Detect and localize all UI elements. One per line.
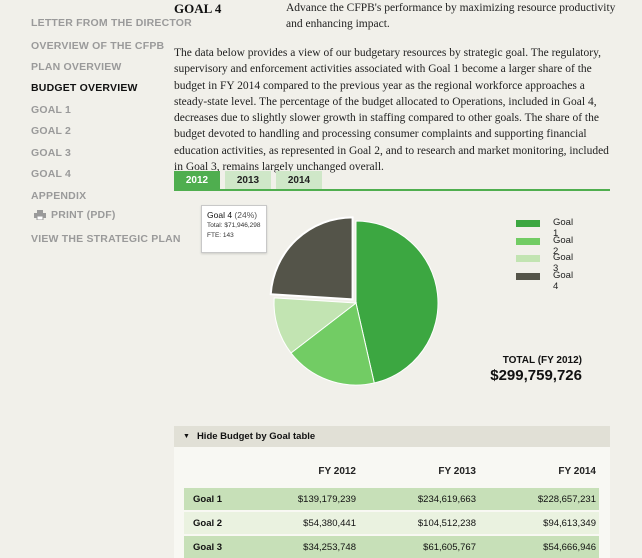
tooltip-fte: FTE: 143 bbox=[207, 232, 234, 239]
table-cell: $94,613,349 bbox=[543, 518, 596, 529]
table-header-fy2014: FY 2014 bbox=[558, 466, 596, 477]
budget-by-goal-table: FY 2012 FY 2013 FY 2014 Goal 1 $139,179,… bbox=[174, 447, 610, 558]
pie-slice-goal-4[interactable] bbox=[269, 216, 354, 301]
tab-2014[interactable]: 2014 bbox=[276, 171, 322, 189]
year-tabs: 2012 2013 2014 bbox=[174, 171, 610, 191]
nav-appendix[interactable]: APPENDIX bbox=[31, 190, 86, 202]
nav-goal-3[interactable]: GOAL 3 bbox=[31, 147, 71, 159]
tooltip-goal: Goal 4 bbox=[207, 210, 233, 220]
triangle-down-icon: ▼ bbox=[183, 433, 190, 440]
table-cell: $228,657,231 bbox=[537, 494, 596, 505]
tooltip-total: Total: $71,946,298 bbox=[207, 222, 261, 229]
legend-swatch-goal-3 bbox=[516, 255, 540, 262]
legend-swatch-goal-1 bbox=[516, 220, 540, 227]
tab-2012[interactable]: 2012 bbox=[174, 171, 220, 189]
main-content: GOAL 4 Advance the CFPB's performance by… bbox=[170, 0, 642, 558]
total-label: TOTAL (FY 2012) bbox=[502, 355, 582, 366]
table-row: Goal 2 $54,380,441 $104,512,238 $94,613,… bbox=[184, 512, 599, 534]
total-value: $299,759,726 bbox=[490, 367, 582, 384]
goal-header-title: GOAL 4 bbox=[174, 1, 222, 16]
nav-letter-from-director[interactable]: LETTER FROM THE DIRECTOR bbox=[31, 17, 192, 29]
table-cell: $139,179,239 bbox=[297, 494, 356, 505]
chart-tooltip: Goal 4 (24%) Total: $71,946,298 FTE: 143 bbox=[201, 205, 267, 253]
table-cell: $234,619,663 bbox=[417, 494, 476, 505]
table-row-label: Goal 2 bbox=[193, 518, 223, 529]
nav-plan-overview[interactable]: PLAN OVERVIEW bbox=[31, 61, 122, 73]
table-cell: $34,253,748 bbox=[303, 542, 356, 553]
table-row-label: Goal 3 bbox=[193, 542, 223, 553]
goal-header-description: Advance the CFPB's performance by maximi… bbox=[286, 2, 616, 30]
tab-2013[interactable]: 2013 bbox=[225, 171, 271, 189]
toggle-budget-table-button[interactable]: ▼ Hide Budget by Goal table bbox=[174, 426, 610, 447]
nav-view-strategic-plan[interactable]: VIEW THE STRATEGIC PLAN bbox=[31, 233, 181, 245]
nav-goal-2[interactable]: GOAL 2 bbox=[31, 125, 71, 137]
legend-swatch-goal-2 bbox=[516, 237, 540, 245]
table-cell: $61,605,767 bbox=[423, 542, 476, 553]
nav-print-label: PRINT (PDF) bbox=[51, 209, 116, 221]
table-row-label: Goal 1 bbox=[193, 494, 223, 505]
legend-swatch-goal-4 bbox=[516, 272, 540, 280]
nav-print-pdf[interactable]: PRINT (PDF) bbox=[34, 209, 116, 221]
budget-intro-paragraph: The data below provides a view of our bu… bbox=[174, 47, 609, 174]
table-cell: $104,512,238 bbox=[417, 518, 476, 529]
table-header-row: FY 2012 FY 2013 FY 2014 bbox=[184, 466, 599, 482]
table-cell: $54,666,946 bbox=[543, 542, 596, 553]
legend-label-goal-4: Goal 4 bbox=[553, 269, 574, 292]
table-row: Goal 1 $139,179,239 $234,619,663 $228,65… bbox=[184, 488, 599, 510]
toggle-budget-table-label: Hide Budget by Goal table bbox=[196, 431, 316, 442]
nav-goal-4[interactable]: GOAL 4 bbox=[31, 168, 71, 180]
table-row: Goal 3 $34,253,748 $61,605,767 $54,666,9… bbox=[184, 536, 599, 558]
nav-goal-1[interactable]: GOAL 1 bbox=[31, 104, 71, 116]
tooltip-title: Goal 4 (24%) bbox=[207, 210, 261, 220]
printer-icon bbox=[34, 210, 46, 220]
table-cell: $54,380,441 bbox=[303, 518, 356, 529]
table-header-fy2012: FY 2012 bbox=[318, 466, 356, 477]
table-header-fy2013: FY 2013 bbox=[438, 466, 476, 477]
tooltip-pct: (24%) bbox=[234, 210, 258, 220]
nav-budget-overview[interactable]: BUDGET OVERVIEW bbox=[31, 82, 138, 94]
sidebar-nav: LETTER FROM THE DIRECTOR OVERVIEW OF THE… bbox=[0, 0, 192, 558]
nav-overview-cfpb[interactable]: OVERVIEW OF THE CFPB bbox=[31, 40, 164, 52]
